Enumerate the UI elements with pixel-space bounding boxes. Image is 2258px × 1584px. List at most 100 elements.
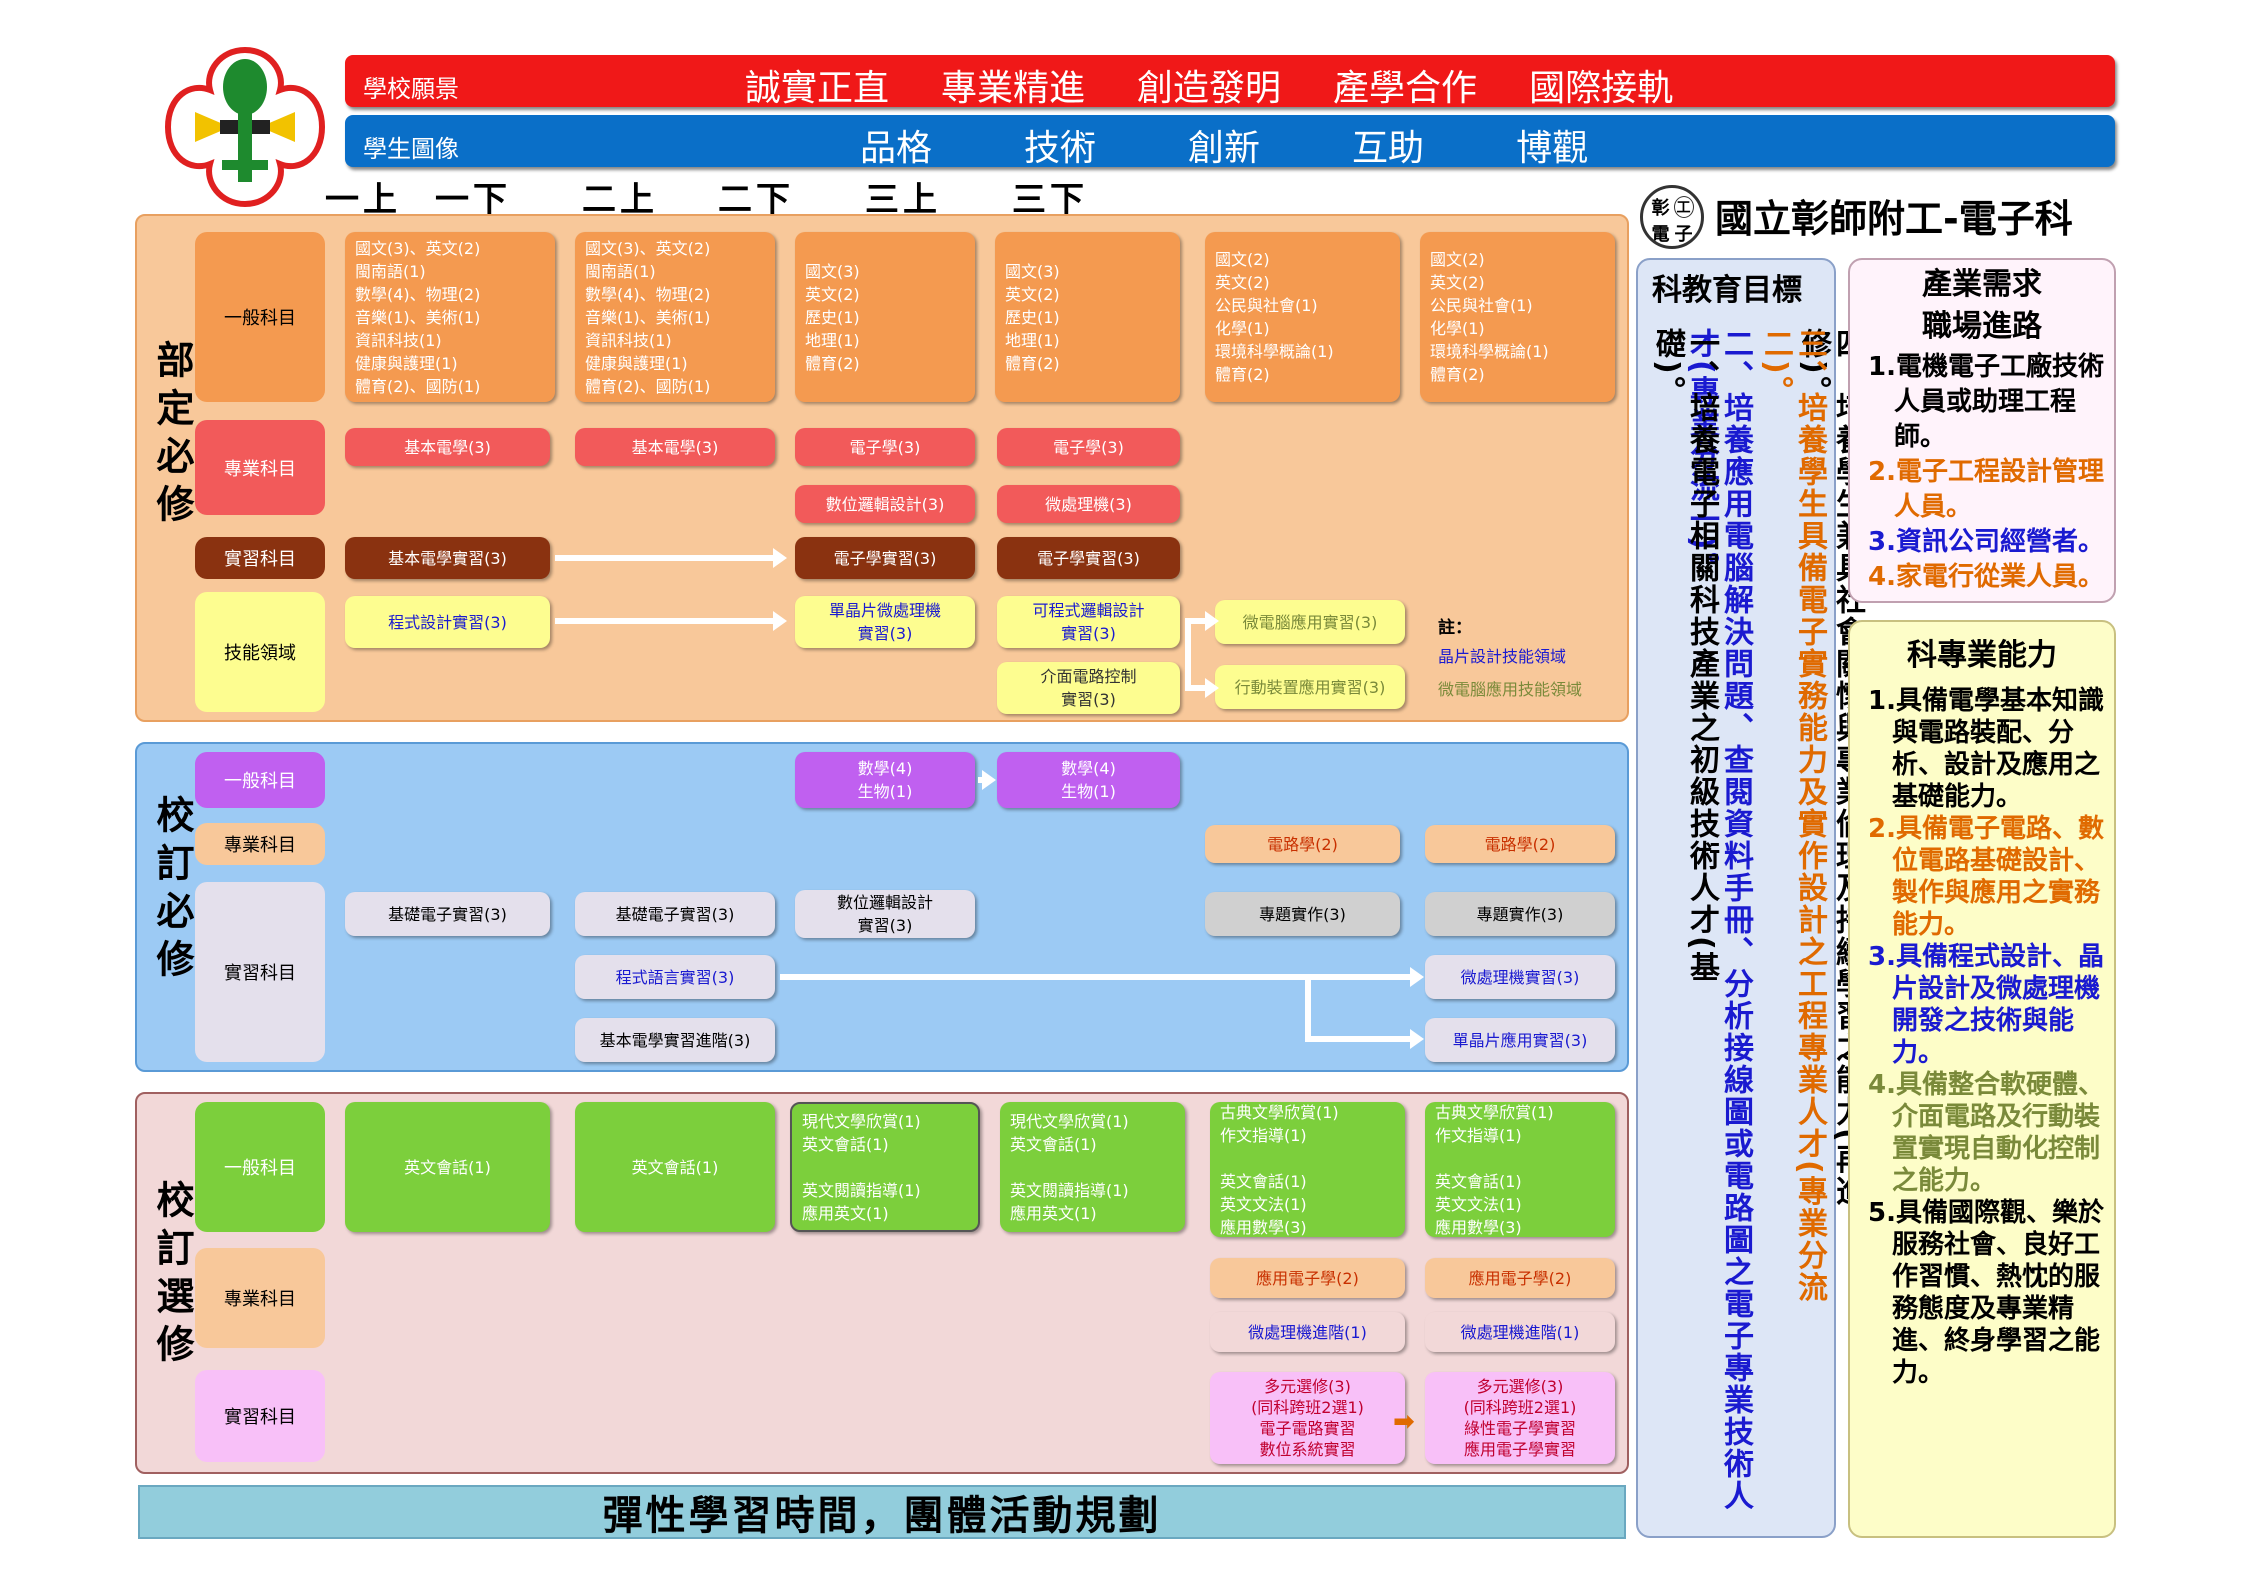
student-image-label: 學生圖像: [363, 135, 459, 163]
badge-char: 工: [1673, 196, 1694, 218]
prac-course-box: 程式語言實習(3): [575, 955, 775, 999]
skill-course-box: 程式設計實習(3): [345, 596, 550, 648]
general-course-box: 國文(2) 英文(2) 公民與社會(1) 化學(1) 環境科學概論(1) 體育(…: [1420, 232, 1615, 402]
general-course-box: 國文(3) 英文(2) 歷史(1) 地理(1) 體育(2): [795, 232, 975, 402]
flow-arrow: [1185, 678, 1219, 698]
prac-course-box: 基本電學實習進階(3): [575, 1018, 775, 1062]
image-item: 創新: [1188, 128, 1261, 169]
vision-item: 誠實正直: [745, 68, 890, 109]
vision-item: 產學合作: [1333, 68, 1478, 109]
prac-course-box: 基礎電子實習(3): [345, 892, 550, 936]
prac-course-box: 多元選修(3) (同科跨班2選1) 綠性電子學實習 應用電子學實習: [1425, 1372, 1615, 1464]
vision-item: 國際接軌: [1529, 68, 1674, 109]
vision-item: 創造發明: [1137, 68, 1282, 109]
school-name: 國立彰師附工-電子科: [1715, 197, 2073, 241]
general-course-box: 現代文學欣賞(1) 英文會話(1) 英文閱讀指導(1) 應用英文(1): [790, 1102, 980, 1232]
ability-item: 5.具備國際觀、樂於服務社會、良好工作習慣、熱忱的服務態度及專業精進、終身學習之…: [1868, 1198, 2104, 1388]
prac-course-box: 專題實作(3): [1205, 892, 1400, 936]
education-goals-title: 科教育目標: [1652, 273, 1802, 308]
category-general: 一般科目: [195, 1102, 325, 1232]
skill-course-box: 行動裝置應用實習(3): [1215, 665, 1405, 709]
prof-course-box: 應用電子學(2): [1210, 1258, 1405, 1298]
general-course-box: 數學(4) 生物(1): [795, 752, 975, 808]
prof-course-box: 基本電學(3): [345, 428, 550, 466]
note-microcomputer: 微電腦應用技能領域: [1438, 680, 1583, 699]
flexible-learning-banner: 彈性學習時間，團體活動規劃: [138, 1485, 1626, 1539]
prof-course-box: 電子學(3): [795, 428, 975, 466]
school-logo: [160, 42, 330, 212]
image-item: 品格: [860, 128, 933, 169]
abilities-list: 1.具備電學基本知識與電路裝配、分析、設計及應用之基礎能力。 2.具備電子電路、…: [1868, 685, 2108, 1389]
prac-course-box: 微處理機實習(3): [1425, 955, 1615, 999]
vision-banner: 學校願景 誠實正直 專業精進 創造發明 產學合作 國際接軌: [345, 55, 2115, 109]
general-course-box: 數學(4) 生物(1): [997, 752, 1180, 808]
general-course-box: 現代文學欣賞(1) 英文會話(1) 英文閱讀指導(1) 應用英文(1): [1000, 1102, 1185, 1232]
prac-course-box: 電子學實習(3): [795, 537, 975, 579]
general-course-box: 古典文學欣賞(1) 作文指導(1) 英文會話(1) 英文文法(1) 應用數學(3…: [1425, 1102, 1615, 1237]
general-course-box: 國文(3)、英文(2) 閩南語(1) 數學(4)、物理(2) 音樂(1)、美術(…: [575, 232, 775, 402]
prac-course-box: 電子學實習(3): [997, 537, 1180, 579]
career-item: 4.家電行從業人員。: [1868, 562, 2104, 592]
department-badge: 彰 工 電 子: [1640, 185, 1704, 249]
note-chip-design: 晶片設計技能領域: [1438, 647, 1567, 666]
image-item: 技術: [1024, 128, 1097, 169]
category-professional: 專業科目: [195, 823, 325, 865]
prac-course-box: 專題實作(3): [1425, 892, 1615, 936]
career-item: 2.電子工程設計管理人員。: [1868, 457, 2104, 522]
prof-course-box: 微處理機(3): [997, 485, 1180, 523]
category-professional: 專業科目: [195, 1248, 325, 1348]
career-list: 1.電機電子工廠技術人員或助理工程師。 2.電子工程設計管理人員。 3.資訊公司…: [1868, 350, 2108, 595]
vision-label: 學校願景: [363, 75, 459, 103]
arrow-right-icon: ➡: [1393, 1407, 1415, 1437]
flow-arrow: [1305, 1029, 1424, 1049]
category-general: 一般科目: [195, 232, 325, 402]
flow-arrow: [555, 548, 787, 568]
note-title: 註：: [1438, 618, 1472, 638]
career-title: 產業需求 職場進路: [1922, 267, 2042, 344]
prac-course-box: 多元選修(3) (同科跨班2選1) 電子電路實習 數位系統實習: [1210, 1372, 1405, 1464]
goal-item: 三、培養學生具備電子實務能力及實作設計之工程專業人才(專業分流二)。: [1758, 328, 1827, 1304]
school-required-title: 校訂必修: [150, 795, 194, 987]
category-practical: 實習科目: [195, 882, 325, 1062]
flow-arrow: [1185, 611, 1219, 631]
prac-course-box: 基本電學實習(3): [345, 537, 550, 579]
general-course-box: 國文(2) 英文(2) 公民與社會(1) 化學(1) 環境科學概論(1) 體育(…: [1205, 232, 1400, 402]
prac-course-box: 數位邏輯設計 實習(3): [795, 890, 975, 938]
flow-arrow: [555, 611, 787, 631]
student-image-banner: 學生圖像 品格 技術 創新 互助 博觀: [345, 115, 2115, 169]
skill-course-box: 微電腦應用實習(3): [1215, 600, 1405, 644]
category-skill: 技能領域: [195, 592, 325, 712]
footer-text: 彈性學習時間，團體活動規劃: [602, 1493, 1162, 1539]
goal-item: 一、培養電子相關科技產業之初級技術人才(基礎)。: [1650, 328, 1719, 984]
prof-course-box: 微處理機進階(1): [1210, 1312, 1405, 1352]
badge-char: 子: [1674, 224, 1693, 245]
flow-arrow: [978, 770, 996, 790]
vision-item: 專業精進: [941, 68, 1086, 109]
badge-char: 電: [1651, 224, 1670, 245]
category-general: 一般科目: [195, 752, 325, 808]
general-course-box: 英文會話(1): [345, 1102, 550, 1232]
skill-course-box: 單晶片微處理機 實習(3): [795, 596, 975, 648]
ability-item: 3.具備程式設計、晶片設計及微處理機開發之技術與能力。: [1868, 942, 2104, 1068]
skill-branch-connector: [1185, 618, 1191, 688]
ability-item: 2.具備電子電路、數位電路基礎設計、製作與應用之實務能力。: [1868, 814, 2104, 940]
general-course-box: 國文(3)、英文(2) 閩南語(1) 數學(4)、物理(2) 音樂(1)、美術(…: [345, 232, 555, 402]
badge-char: 彰: [1651, 198, 1670, 219]
category-practical: 實習科目: [195, 1370, 325, 1462]
prof-course-box: 數位邏輯設計(3): [795, 485, 975, 523]
ability-item: 1.具備電學基本知識與電路裝配、分析、設計及應用之基礎能力。: [1868, 686, 2104, 812]
flow-arrow: [780, 967, 1424, 987]
general-course-box: 國文(3) 英文(2) 歷史(1) 地理(1) 體育(2): [995, 232, 1180, 402]
school-elective-title: 校訂選修: [150, 1180, 194, 1372]
career-item: 3.資訊公司經營者。: [1868, 527, 2104, 557]
prac-course-box: 單晶片應用實習(3): [1425, 1018, 1615, 1062]
abilities-title: 科專業能力: [1907, 638, 2057, 673]
general-course-box: 古典文學欣賞(1) 作文指導(1) 英文會話(1) 英文文法(1) 應用數學(3…: [1210, 1102, 1405, 1237]
category-professional: 專業科目: [195, 420, 325, 515]
dept-required-title: 部定必修: [150, 340, 194, 532]
flow-connector: [1305, 974, 1311, 1040]
prof-course-box: 基本電學(3): [575, 428, 775, 466]
category-practical: 實習科目: [195, 537, 325, 579]
prof-course-box: 應用電子學(2): [1425, 1258, 1615, 1298]
prof-course-box: 電子學(3): [997, 428, 1180, 466]
